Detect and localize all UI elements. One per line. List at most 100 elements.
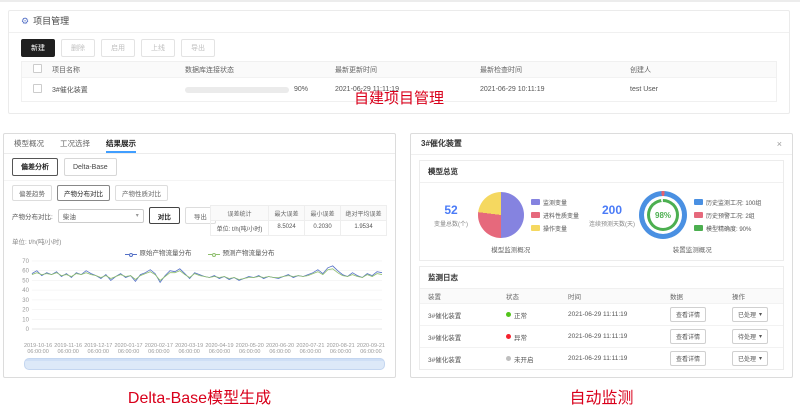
x-tick-label: 2020-01-1706:00:00 <box>114 343 142 356</box>
stat-value: 200 <box>585 203 639 217</box>
action-select[interactable]: 待处理▾ <box>732 329 768 344</box>
status-text: 正常 <box>514 310 527 320</box>
gauge-value: 98% <box>650 202 676 228</box>
chart-legend: 原始产物流量分布 预测产物流量分布 <box>4 247 395 257</box>
select-all-checkbox-cell[interactable] <box>22 64 52 75</box>
view-detail-button[interactable]: 查看详情 <box>670 307 706 322</box>
x-tick-label: 2020-02-1706:00:00 <box>145 343 173 356</box>
svg-text:0: 0 <box>26 327 30 333</box>
action-value: 待处理 <box>738 332 756 341</box>
legend-label: 操作变量 <box>543 224 567 233</box>
device-gauge-chart: 98% <box>639 191 687 239</box>
stat-mean-error: 1.9534 <box>341 221 387 236</box>
x-tick-label: 2019-10-1606:00:00 <box>24 343 52 356</box>
tab-condition-select[interactable]: 工况选择 <box>60 134 90 153</box>
toggle-product-distribution[interactable]: 产物分布对比 <box>57 185 110 201</box>
subtab-bar: 偏差分析 Delta-Base <box>4 154 395 181</box>
col-db-status: 数据库连接状态 <box>185 65 335 75</box>
view-detail-button[interactable]: 查看详情 <box>670 329 706 344</box>
section-title: 监测日志 <box>420 267 783 289</box>
status-dot-icon <box>506 312 511 317</box>
subtab-deviation-analysis[interactable]: 偏差分析 <box>12 158 58 176</box>
log-status: 异常 <box>506 332 568 342</box>
col-checked: 最新检查时间 <box>480 65 630 75</box>
action-select[interactable]: 已处理▾ <box>732 307 768 322</box>
tab-result-display[interactable]: 结果展示 <box>106 134 136 153</box>
action-value: 已处理 <box>738 354 756 363</box>
error-stats-table: 误差统计 最大误差 最小误差 绝对平均误差 单位: t/h(吨/小时) 8.50… <box>210 205 387 236</box>
close-icon[interactable]: × <box>777 134 782 154</box>
stat-max-error: 8.5024 <box>269 221 305 236</box>
svg-text:10: 10 <box>22 317 29 323</box>
svg-text:50: 50 <box>22 278 29 284</box>
stat-unit: 单位: t/h(吨/小时) <box>211 221 269 236</box>
predict-days-stat: 200 连续预测天数(天) <box>585 203 639 228</box>
col-action: 操作 <box>732 291 783 301</box>
log-status: 未开启 <box>506 354 568 364</box>
svg-text:60: 60 <box>22 269 29 275</box>
stat-value: 52 <box>424 203 478 217</box>
x-tick-label: 2019-12-1706:00:00 <box>84 343 112 356</box>
status-text: 未开启 <box>514 354 534 364</box>
publish-button[interactable]: 上线 <box>141 39 175 57</box>
select-label: 产物分布对比: <box>12 211 53 221</box>
overview-row: 52 变量总数(个) 监测变量 进料性质变量 操作变量 200 连续预测天数(天… <box>420 183 783 241</box>
gauge-legend: 历史监测工况: 100组 历史预警工况: 2组 模型精确度: 90% <box>694 198 761 233</box>
log-device: 3#催化装置 <box>420 310 506 320</box>
swatch-icon <box>531 199 540 205</box>
log-action-cell: 已处理▾ <box>732 307 783 322</box>
svg-text:70: 70 <box>22 259 29 265</box>
x-tick-label: 2020-08-2106:00:00 <box>327 343 355 356</box>
swatch-icon <box>531 225 540 231</box>
line-chart-svg: 706050403020100 <box>12 257 387 343</box>
x-tick-label: 2020-03-1906:00:00 <box>175 343 203 356</box>
log-time: 2021-06-29 11:11:19 <box>568 333 670 340</box>
legend-predicted[interactable]: 预测产物流量分布 <box>208 247 275 257</box>
log-status: 正常 <box>506 310 568 320</box>
gauge-caption: 装置监测概况 <box>602 244 784 254</box>
compare-button[interactable]: 对比 <box>149 207 180 224</box>
enable-button[interactable]: 启用 <box>101 39 135 57</box>
log-detail-cell: 查看详情 <box>670 329 732 344</box>
table-header-row: 项目名称 数据库连接状态 最新更新时间 最新检查时间 创建人 <box>22 62 776 77</box>
tab-model-overview[interactable]: 模型概况 <box>14 134 44 153</box>
swatch-icon <box>531 212 540 218</box>
caption-delta-base: Delta-Base模型生成 <box>3 384 396 408</box>
col-data: 数据 <box>670 291 732 301</box>
chart-brush-slider[interactable] <box>24 358 385 370</box>
status-dot-icon <box>506 334 511 339</box>
subtab-delta-base[interactable]: Delta-Base <box>64 158 117 176</box>
gear-icon: ⚙ <box>21 16 29 26</box>
device-title: 3#催化装置 <box>421 134 462 154</box>
stat-label: 连续预测天数(天) <box>585 219 639 228</box>
x-tick-label: 2020-07-2106:00:00 <box>296 343 324 356</box>
log-action-cell: 待处理▾ <box>732 329 783 344</box>
legend-original[interactable]: 原始产物流量分布 <box>125 247 192 257</box>
select-value: 柴油 <box>63 211 76 221</box>
chevron-down-icon: ▾ <box>759 311 762 318</box>
stat-header: 最大误差 <box>269 206 305 221</box>
x-axis-labels: 2019-10-1606:00:002019-11-1606:00:002019… <box>24 343 385 356</box>
page-top-divider <box>0 0 800 2</box>
checkbox-icon[interactable] <box>33 64 42 73</box>
log-device: 3#催化装置 <box>420 332 506 342</box>
legend-item: 历史预警工况: 2组 <box>694 211 761 220</box>
monitor-log-box: 监测日志 装置 状态 时间 数据 操作 3#催化装置 正常 2021-06-29… <box>419 266 784 370</box>
section-title: 模型总览 <box>420 161 783 183</box>
variable-count-stat: 52 变量总数(个) <box>424 203 478 228</box>
create-button[interactable]: 新建 <box>21 39 55 57</box>
toggle-bar: 偏差趋势 产物分布对比 产物性质对比 <box>4 181 395 203</box>
log-device: 3#催化装置 <box>420 354 506 364</box>
x-tick-label: 2019-11-1606:00:00 <box>54 343 82 356</box>
col-creator: 创建人 <box>630 65 776 75</box>
delete-button[interactable]: 删除 <box>61 39 95 57</box>
view-detail-button[interactable]: 查看详情 <box>670 351 706 366</box>
action-select[interactable]: 已处理▾ <box>732 351 768 366</box>
toggle-product-property[interactable]: 产物性质对比 <box>115 185 168 201</box>
x-tick-label: 2020-04-1906:00:00 <box>205 343 233 356</box>
toggle-deviation-trend[interactable]: 偏差趋势 <box>12 185 52 201</box>
product-select[interactable]: 柴油 ▾ <box>58 209 144 223</box>
export-button[interactable]: 导出 <box>181 39 215 57</box>
caption-project-management: 自建项目管理 <box>9 87 789 108</box>
legend-item: 历史监测工况: 100组 <box>694 198 761 207</box>
